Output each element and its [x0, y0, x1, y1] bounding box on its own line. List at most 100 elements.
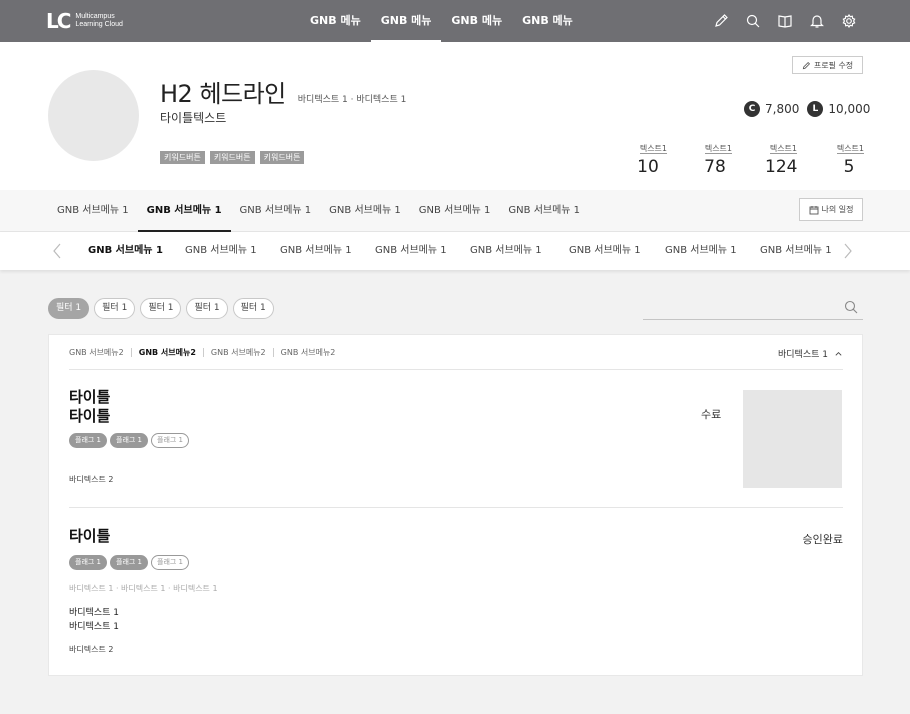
- pencil-icon: [802, 61, 810, 69]
- item-body-text: 바디텍스트 2: [69, 645, 114, 654]
- stat-item: 텍스트1 10: [637, 136, 667, 177]
- my-schedule-label: 나의 일정: [821, 205, 854, 214]
- bell-icon[interactable]: [808, 12, 826, 30]
- gear-icon[interactable]: [840, 12, 858, 30]
- stat-item: 텍스트1 78: [702, 136, 732, 177]
- submenu2-item[interactable]: GNB 서브메뉴 1: [185, 232, 257, 270]
- flag-badge-outline: 플래그 1: [151, 555, 189, 570]
- flag-badge: 플래그 1: [69, 433, 107, 448]
- keyword-button[interactable]: 키워드버튼: [160, 151, 205, 164]
- submenu2-item[interactable]: GNB 서브메뉴 1: [760, 232, 832, 270]
- submenu-item[interactable]: GNB 서브메뉴 1: [499, 190, 589, 232]
- list-item[interactable]: 타이틀 타이틀 플래그 1 플래그 1 플래그 1 바디텍스트 2 수료: [69, 370, 843, 508]
- stat-label: 텍스트1: [836, 144, 864, 154]
- search-input[interactable]: [643, 296, 863, 320]
- item-body-line: 바디텍스트 1: [69, 608, 119, 618]
- item-meta-text: 바디텍스트 1 · 바디텍스트 1 · 바디텍스트 1: [69, 584, 218, 593]
- gnb-menu-item[interactable]: GNB 메뉴: [441, 0, 512, 42]
- l-point-value: 10,000: [828, 102, 871, 116]
- filter-chip-active[interactable]: 필터 1: [48, 298, 90, 319]
- gnb-menu-item[interactable]: GNB 메뉴: [300, 0, 371, 42]
- keyword-button[interactable]: 키워드버튼: [209, 151, 255, 164]
- search-icon[interactable]: [744, 12, 762, 30]
- submenu-item[interactable]: GNB 서브메뉴 1: [320, 190, 410, 232]
- submenu-item-active[interactable]: GNB 서브메뉴 1: [137, 190, 231, 232]
- my-schedule-button[interactable]: 나의 일정: [799, 198, 863, 221]
- chevron-up-icon: [835, 351, 842, 356]
- filter-chips: 필터 1 필터 1 필터 1 필터 1 필터 1: [48, 298, 279, 319]
- keyword-button[interactable]: 키워드버튼: [259, 151, 305, 164]
- global-nav-bar: LC Multicampus Learning Cloud GNB 메뉴 GNB…: [0, 0, 910, 42]
- list-tabs: GNB 서브메뉴2 GNB 서브메뉴2 GNB 서브메뉴2 GNB 서브메뉴2: [69, 335, 342, 370]
- edit-profile-label: 프로필 수정: [813, 60, 854, 70]
- filter-chip[interactable]: 필터 1: [186, 298, 228, 319]
- item-title: 타이틀: [69, 527, 111, 545]
- stat-value: 5: [843, 157, 855, 177]
- submenu2-item[interactable]: GNB 서브메뉴 1: [569, 232, 641, 270]
- gnb-menu-item[interactable]: GNB 메뉴: [512, 0, 583, 42]
- gnb-menu-item-active[interactable]: GNB 메뉴: [370, 0, 442, 42]
- pencil-icon[interactable]: [712, 12, 730, 30]
- flag-badge-outline: 플래그 1: [151, 433, 189, 448]
- list-tab[interactable]: GNB 서브메뉴2: [202, 348, 273, 357]
- gnb-icons: [712, 12, 872, 30]
- item-title: 타이틀 타이틀: [69, 388, 110, 426]
- logo-mark: LC: [46, 9, 71, 33]
- list-tab-row: GNB 서브메뉴2 GNB 서브메뉴2 GNB 서브메뉴2 GNB 서브메뉴2 …: [69, 335, 843, 370]
- list-item[interactable]: 타이틀 플래그 1 플래그 1 플래그 1 승인완료 바디텍스트 1 · 바디텍…: [69, 508, 843, 676]
- submenu2-item-active[interactable]: GNB 서브메뉴 1: [88, 232, 163, 270]
- filter-chip[interactable]: 필터 1: [140, 298, 182, 319]
- submenu-item[interactable]: GNB 서브메뉴 1: [410, 190, 500, 232]
- search-icon[interactable]: [843, 299, 859, 315]
- gnb-menu: GNB 메뉴 GNB 메뉴 GNB 메뉴 GNB 메뉴: [300, 0, 583, 42]
- item-body-line: 바디텍스트 1: [69, 622, 119, 632]
- item-body-lines: 바디텍스트 1 바디텍스트 1: [69, 606, 119, 634]
- list-tab-active[interactable]: GNB 서브메뉴2: [130, 348, 203, 357]
- stat-item: 텍스트1 5: [834, 136, 864, 177]
- l-coin-icon: L: [807, 101, 824, 117]
- submenu-secondary: GNB 서브메뉴 1 GNB 서브메뉴 1 GNB 서브메뉴 1 GNB 서브메…: [0, 232, 910, 270]
- submenu-primary-list: GNB 서브메뉴 1 GNB 서브메뉴 1 GNB 서브메뉴 1 GNB 서브메…: [48, 190, 589, 232]
- stat-value: 124: [765, 157, 798, 177]
- stat-label: 텍스트1: [704, 144, 732, 154]
- flag-list: 플래그 1 플래그 1 플래그 1: [69, 555, 192, 570]
- profile-headline-row: H2 헤드라인 바디텍스트 1 · 바디텍스트 1: [160, 74, 406, 109]
- stat-item: 텍스트1 124: [765, 136, 798, 177]
- filter-chip[interactable]: 필터 1: [94, 298, 136, 319]
- point-summary: C 7,800 L 10,000: [744, 101, 870, 117]
- list-card: GNB 서브메뉴2 GNB 서브메뉴2 GNB 서브메뉴2 GNB 서브메뉴2 …: [48, 334, 863, 676]
- sort-dropdown[interactable]: 바디텍스트 1: [778, 347, 843, 360]
- stat-value: 10: [637, 157, 659, 177]
- status-text: 승인완료: [802, 533, 843, 546]
- item-title-line: 타이틀: [69, 407, 111, 425]
- profile-title-text: 타이틀텍스트: [160, 111, 227, 125]
- submenu2-item[interactable]: GNB 서브메뉴 1: [665, 232, 737, 270]
- status-text: 수료: [701, 408, 722, 421]
- stat-value: 78: [704, 157, 726, 177]
- submenu2-item[interactable]: GNB 서브메뉴 1: [375, 232, 447, 270]
- stat-label: 텍스트1: [769, 144, 797, 154]
- c-coin-icon: C: [744, 101, 760, 117]
- sort-label: 바디텍스트 1: [778, 350, 828, 360]
- flag-list: 플래그 1 플래그 1 플래그 1: [69, 433, 192, 448]
- chevron-right-icon[interactable]: [841, 242, 855, 260]
- logo-text: Multicampus Learning Cloud: [75, 13, 122, 29]
- submenu-item[interactable]: GNB 서브메뉴 1: [231, 190, 321, 232]
- chevron-left-icon[interactable]: [50, 242, 64, 260]
- submenu2-item[interactable]: GNB 서브메뉴 1: [470, 232, 542, 270]
- list-tab[interactable]: GNB 서브메뉴2: [272, 348, 343, 357]
- list-tab[interactable]: GNB 서브메뉴2: [69, 348, 131, 357]
- flag-badge: 플래그 1: [110, 433, 148, 448]
- book-icon[interactable]: [776, 12, 794, 30]
- logo-line1: Multicampus: [75, 13, 115, 20]
- flag-badge: 플래그 1: [110, 555, 148, 570]
- filter-chip[interactable]: 필터 1: [232, 298, 274, 319]
- submenu2-item[interactable]: GNB 서브메뉴 1: [280, 232, 352, 270]
- logo-line2: Learning Cloud: [75, 21, 123, 28]
- submenu-item[interactable]: GNB 서브메뉴 1: [48, 190, 138, 232]
- logo[interactable]: LC Multicampus Learning Cloud: [46, 10, 123, 32]
- submenu-primary: GNB 서브메뉴 1 GNB 서브메뉴 1 GNB 서브메뉴 1 GNB 서브메…: [0, 190, 910, 232]
- keyword-list: 키워드버튼 키워드버튼 키워드버튼: [160, 151, 309, 164]
- edit-profile-button[interactable]: 프로필 수정: [792, 56, 863, 74]
- c-point-value: 7,800: [765, 102, 800, 116]
